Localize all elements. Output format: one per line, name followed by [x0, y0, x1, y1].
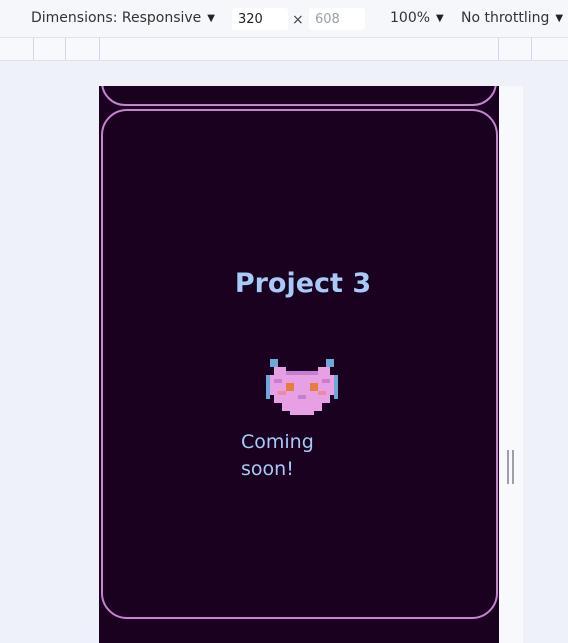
ruler-marker [498, 38, 499, 60]
height-input[interactable] [309, 8, 365, 30]
throttling-label: No throttling [461, 10, 550, 26]
device-viewport: Project 3 Coming soon! [99, 86, 499, 643]
project-card[interactable]: Project 3 Coming soon! [101, 109, 498, 619]
zoom-label: 100% [390, 10, 431, 26]
ruler-marker [65, 38, 66, 60]
previous-project-card[interactable] [101, 86, 497, 106]
cat-heart-icon [266, 359, 338, 415]
times-symbol: × [292, 12, 304, 28]
project-description: Coming soon! [241, 431, 314, 480]
ruler-marker [33, 38, 34, 60]
ruler-marker [99, 38, 100, 60]
project-title: Project 3 [234, 268, 372, 299]
device-toolbar: Dimensions: Responsive ▼ × 100% ▼ No thr… [0, 0, 568, 37]
width-input[interactable] [232, 8, 288, 30]
chevron-down-icon: ▼ [555, 12, 564, 24]
zoom-select[interactable]: 100% ▼ [390, 10, 444, 26]
throttling-select[interactable]: No throttling ▼ [461, 10, 563, 26]
chevron-down-icon: ▼ [207, 12, 215, 24]
ruler-marker [531, 38, 532, 60]
dimensions-label: Dimensions: Responsive [31, 10, 202, 26]
resize-handle-icon[interactable] [507, 450, 514, 484]
chevron-down-icon: ▼ [436, 12, 444, 24]
dimensions-select[interactable]: Dimensions: Responsive ▼ [31, 10, 215, 26]
viewport-right-gutter [499, 86, 523, 643]
media-query-ruler[interactable] [0, 37, 568, 61]
